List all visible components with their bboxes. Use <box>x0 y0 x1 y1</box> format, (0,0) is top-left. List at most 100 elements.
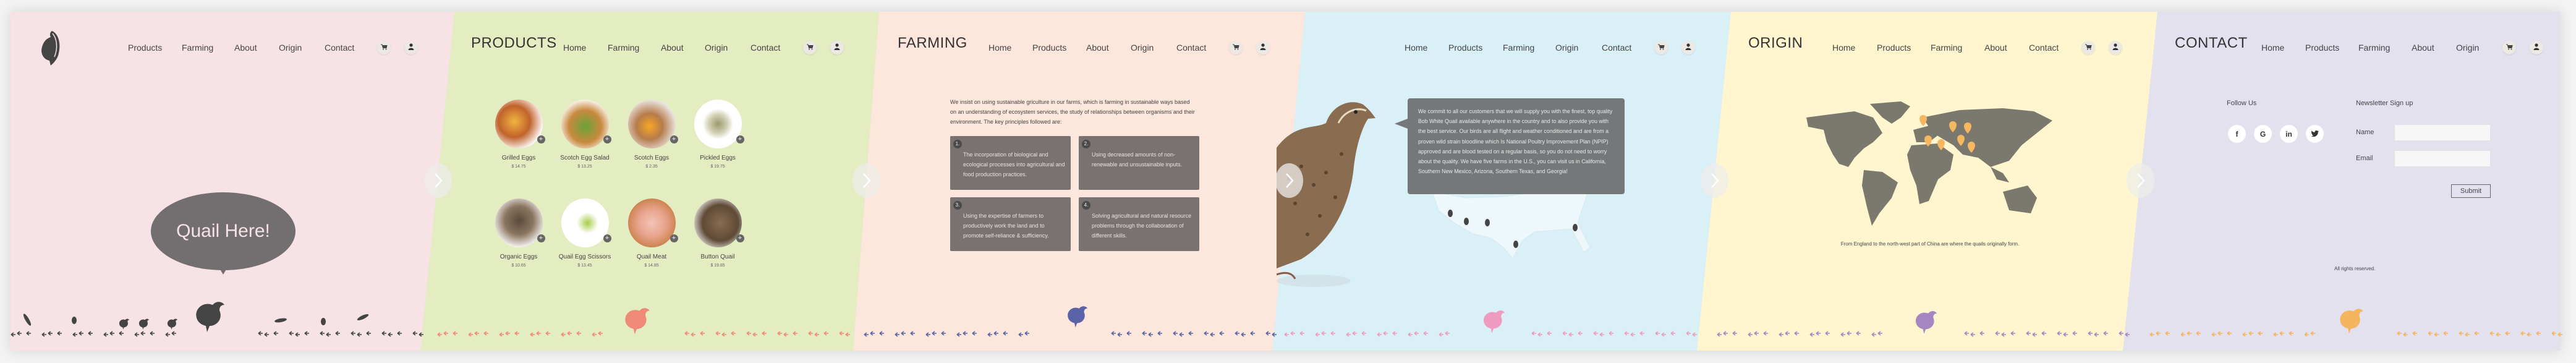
google-button[interactable]: G <box>2254 125 2272 143</box>
cart-button[interactable] <box>2502 41 2516 54</box>
footprint-icon <box>1377 332 1382 337</box>
product-price: $ 19.85 <box>710 263 725 268</box>
page-title: ORIGIN <box>1748 35 1803 51</box>
product-card[interactable]: + Scotch Eggs $ 2.35 <box>621 100 682 169</box>
footprint-icon <box>762 331 767 336</box>
footprint-icon <box>1290 331 1295 336</box>
cart-button[interactable] <box>2081 41 2095 54</box>
nav-contact[interactable]: Contact <box>750 43 780 53</box>
product-image[interactable]: + <box>495 199 545 247</box>
nav-about[interactable]: About <box>661 43 684 53</box>
product-card[interactable]: + Grilled Eggs $ 14.75 <box>488 100 550 169</box>
plus-icon[interactable]: + <box>670 135 678 143</box>
footprint-icon <box>357 332 362 337</box>
nav-home[interactable]: Home <box>1832 43 1855 53</box>
product-image[interactable]: + <box>495 100 545 148</box>
account-button[interactable] <box>2109 41 2122 54</box>
plus-icon[interactable]: + <box>603 135 611 143</box>
facebook-button[interactable]: f <box>2228 125 2246 143</box>
bubble-text: Quail Here! <box>176 221 270 241</box>
product-price: $ 19.75 <box>710 164 725 169</box>
nav-home[interactable]: Home <box>2261 43 2284 53</box>
cart-button[interactable] <box>377 41 391 54</box>
account-button[interactable] <box>2530 41 2543 54</box>
product-card[interactable]: + Organic Eggs $ 10.65 <box>488 199 550 268</box>
plus-icon[interactable]: + <box>603 234 611 242</box>
name-input[interactable] <box>2394 124 2491 141</box>
nav-origin[interactable]: Origin <box>705 43 728 53</box>
nav-about[interactable]: About <box>234 43 257 53</box>
nav-products[interactable]: Products <box>2305 43 2339 53</box>
account-button[interactable] <box>1681 41 1695 54</box>
nav-contact[interactable]: Contact <box>1176 43 1206 53</box>
nav-home[interactable]: Home <box>563 43 586 53</box>
next-slide-button[interactable] <box>852 163 880 198</box>
product-image[interactable]: + <box>694 199 744 247</box>
next-slide-button[interactable] <box>424 163 452 198</box>
account-button[interactable] <box>404 41 418 54</box>
plus-icon[interactable]: + <box>670 234 678 242</box>
next-slide-button[interactable] <box>2127 163 2154 198</box>
nav-contact[interactable]: Contact <box>1602 43 1631 53</box>
cart-button[interactable] <box>1654 41 1668 54</box>
nav-products[interactable]: Products <box>128 43 162 53</box>
footprint-icon <box>1414 331 1419 336</box>
footprint-icon <box>823 331 828 336</box>
plus-icon[interactable]: + <box>537 234 545 242</box>
nav-products[interactable]: Products <box>1877 43 1911 53</box>
nav-about[interactable]: About <box>1086 43 1109 53</box>
nav-about[interactable]: About <box>2412 43 2434 53</box>
next-slide-button[interactable] <box>1275 163 1303 198</box>
product-card[interactable]: + Button Quail $ 19.85 <box>687 199 749 268</box>
nav-farming[interactable]: Farming <box>1503 43 1534 53</box>
cart-icon <box>2506 42 2513 53</box>
linkedin-button[interactable]: in <box>2280 125 2298 143</box>
next-slide-button[interactable] <box>1701 163 1728 198</box>
nav-farming[interactable]: Farming <box>1931 43 1962 53</box>
nav-contact[interactable]: Contact <box>2029 43 2059 53</box>
product-card[interactable]: + Quail Meat $ 14.85 <box>621 199 682 268</box>
account-button[interactable] <box>1256 41 1270 54</box>
product-image[interactable]: + <box>561 199 611 247</box>
product-image[interactable]: + <box>561 100 611 148</box>
nav-contact[interactable]: Contact <box>325 43 354 53</box>
nav-origin[interactable]: Origin <box>2456 43 2479 53</box>
nav-farming[interactable]: Farming <box>2358 43 2390 53</box>
nav-products[interactable]: Products <box>1032 43 1066 53</box>
footprint-icon <box>691 332 695 337</box>
nav-origin[interactable]: Origin <box>279 43 302 53</box>
plus-icon[interactable]: + <box>736 234 744 242</box>
email-input[interactable] <box>2394 150 2491 167</box>
product-image[interactable]: + <box>627 199 678 247</box>
nav-origin[interactable]: Origin <box>1555 43 1578 53</box>
footprint-icon <box>2057 331 2062 336</box>
cart-button[interactable] <box>1229 41 1243 54</box>
user-icon <box>1685 42 1691 53</box>
chevron-right-icon <box>434 173 443 188</box>
twitter-button[interactable] <box>2306 125 2324 143</box>
submit-button[interactable]: Submit <box>2451 184 2491 198</box>
nav-farming[interactable]: Farming <box>182 43 213 53</box>
product-card[interactable]: + Quail Egg Scissors $ 13.45 <box>554 199 616 268</box>
footprint-icon <box>1265 331 1270 336</box>
nav-home[interactable]: Home <box>1405 43 1427 53</box>
product-image[interactable]: + <box>627 100 678 148</box>
product-card[interactable]: + Pickled Eggs $ 19.75 <box>687 100 749 169</box>
facebook-icon: f <box>2235 129 2238 139</box>
nav-about[interactable]: About <box>1984 43 2007 53</box>
nav-farming[interactable]: Farming <box>608 43 639 53</box>
product-image[interactable]: + <box>694 100 744 148</box>
product-name: Quail Egg Scissors <box>558 254 611 260</box>
account-button[interactable] <box>830 41 844 54</box>
plus-icon[interactable]: + <box>537 135 545 143</box>
product-name: Grilled Eggs <box>501 155 536 161</box>
footprint-icon <box>2536 331 2541 336</box>
nav-origin[interactable]: Origin <box>1131 43 1154 53</box>
footprint-icon <box>814 332 819 337</box>
cart-button[interactable] <box>803 41 817 54</box>
plus-icon[interactable]: + <box>736 135 744 143</box>
nav-home[interactable]: Home <box>988 43 1011 53</box>
product-card[interactable]: + Scotch Egg Salad $ 13.25 <box>554 100 616 169</box>
nav-products[interactable]: Products <box>1448 43 1482 53</box>
footprint-icon <box>2119 331 2123 336</box>
